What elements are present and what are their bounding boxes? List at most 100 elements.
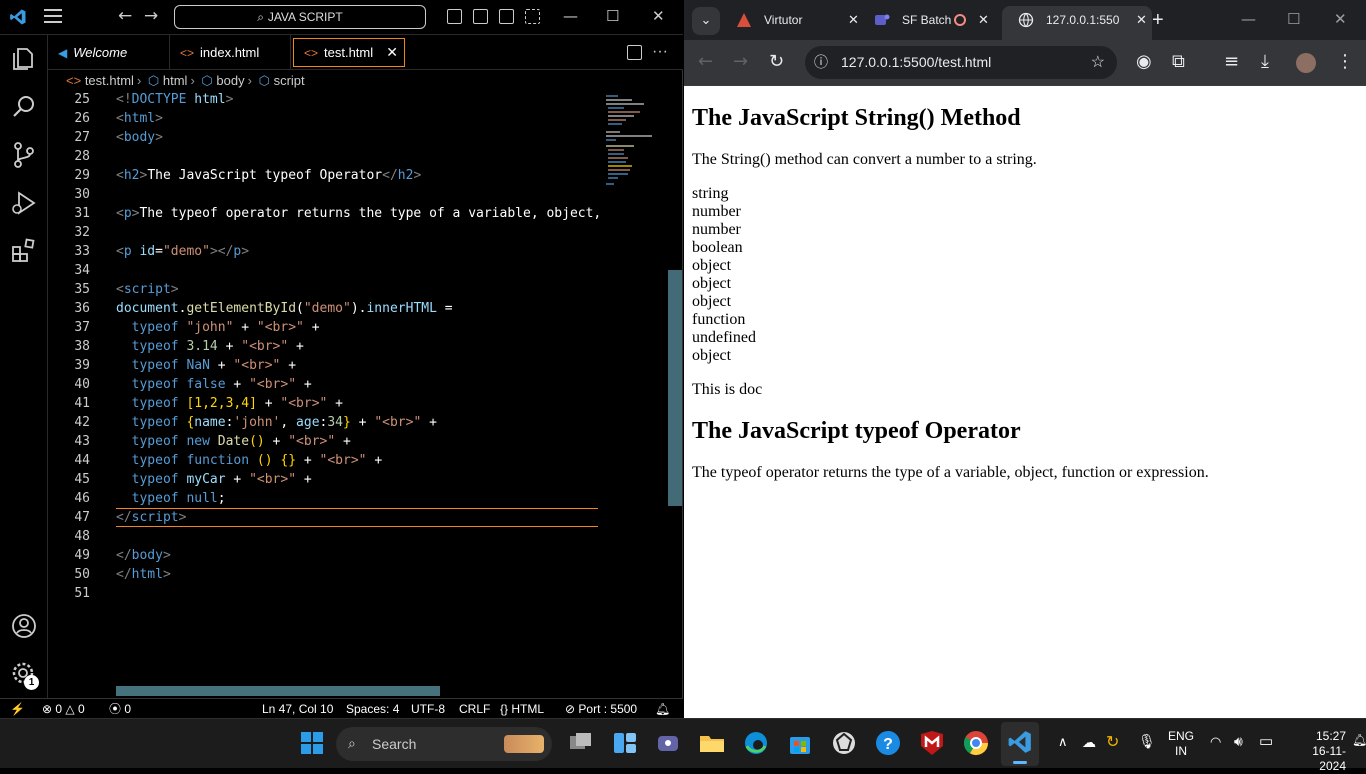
vertical-scrollbar[interactable]	[668, 270, 682, 506]
code-editor[interactable]: 25 <!DOCTYPE html> 26 <html> 27 <body> 28 2…	[48, 90, 668, 696]
show-hidden-icons-chevron[interactable]: ∧	[1058, 734, 1068, 750]
tab-search-chevron-icon[interactable]: ⌄	[692, 7, 720, 35]
profile-avatar[interactable]	[1296, 53, 1316, 73]
line-number: 32	[74, 225, 90, 240]
teams-icon[interactable]	[653, 728, 683, 758]
chevron-right-icon: ›	[190, 73, 195, 88]
horizontal-scrollbar[interactable]	[116, 686, 440, 696]
demo-output: string number number boolean object obje…	[692, 185, 1358, 365]
edge-icon[interactable]	[741, 728, 771, 758]
ports-indicator[interactable]: ⦿ 0	[109, 699, 131, 719]
chevron-right-icon: ›	[247, 73, 252, 88]
forward-arrow-icon[interactable]: →	[144, 6, 158, 26]
breadcrumb-item[interactable]: script	[274, 73, 305, 88]
back-icon[interactable]: ←	[698, 52, 713, 72]
file-explorer-icon[interactable]	[697, 728, 727, 758]
taskbar-search[interactable]: ⌕ Search	[336, 727, 552, 761]
mcafee-icon[interactable]	[917, 728, 947, 758]
cursor-position[interactable]: Ln 47, Col 10	[262, 699, 333, 719]
run-debug-icon[interactable]	[10, 189, 38, 217]
reload-icon[interactable]: ↻	[769, 52, 784, 72]
extensions-icon[interactable]	[10, 237, 38, 265]
cloud-icon[interactable]: ☁	[1082, 734, 1096, 751]
breadcrumb-item[interactable]: test.html	[85, 73, 134, 88]
widgets-icon[interactable]	[610, 728, 640, 758]
menu-icon[interactable]	[44, 9, 62, 25]
notifications-bell-icon[interactable]: 🔔︎	[655, 699, 670, 719]
task-view-icon[interactable]	[566, 728, 596, 758]
language-indicator[interactable]: ENG IN	[1168, 729, 1194, 759]
chrome-tab-virtutor[interactable]: Virtutor ✕	[720, 6, 859, 40]
language-mode[interactable]: {} HTML	[500, 699, 544, 719]
close-tab-icon[interactable]: ✕	[978, 6, 989, 34]
url-text: 127.0.0.1:5500/test.html	[841, 54, 992, 70]
bookmark-star-icon[interactable]: ☆	[1091, 46, 1105, 79]
toggle-sidebar-icon[interactable]	[447, 9, 462, 24]
chrome-tab-localhost[interactable]: 127.0.0.1:550 ✕	[1002, 6, 1152, 40]
new-tab-icon[interactable]: +	[1152, 9, 1164, 32]
notifications-bell-icon[interactable]: 🔔︎	[1352, 733, 1366, 747]
close-tab-icon[interactable]: ✕	[1136, 6, 1147, 34]
live-server-port[interactable]: ⊘ Port : 5500	[565, 699, 637, 719]
app-icon[interactable]	[829, 728, 859, 758]
split-editor-icon[interactable]	[627, 45, 642, 60]
store-icon[interactable]	[785, 728, 815, 758]
close-icon[interactable]: ✕	[1334, 10, 1347, 28]
extension-icon[interactable]: ◉	[1136, 52, 1152, 72]
extensions-puzzle-icon[interactable]: ⧉	[1172, 52, 1185, 72]
forward-icon[interactable]: →	[733, 52, 748, 72]
microphone-icon[interactable]: 🎙︎	[1138, 733, 1156, 750]
sync-icon[interactable]: ↻	[1106, 732, 1119, 752]
indentation[interactable]: Spaces: 4	[346, 699, 399, 719]
problems-indicator[interactable]: ⊗ 0 △ 0	[42, 699, 85, 719]
toggle-secondary-sidebar-icon[interactable]	[499, 9, 514, 24]
battery-icon[interactable]: ▭	[1259, 732, 1273, 750]
remote-icon[interactable]: ⚡	[10, 699, 25, 719]
line-number: 48	[74, 529, 90, 544]
vscode-logo-icon: ◀	[58, 46, 68, 60]
site-info-icon[interactable]: ⓘ	[814, 46, 828, 79]
web-page-content: The JavaScript String() Method The Strin…	[684, 86, 1366, 718]
breadcrumb-item[interactable]: body	[216, 73, 244, 88]
close-icon[interactable]: ✕	[652, 7, 665, 25]
breadcrumb-item[interactable]: html	[163, 73, 188, 88]
more-actions-icon[interactable]: ···	[652, 43, 668, 61]
chrome-icon[interactable]	[961, 728, 991, 758]
maximize-icon[interactable]: ☐	[1287, 10, 1300, 28]
end-of-line[interactable]: CRLF	[459, 699, 490, 719]
back-arrow-icon[interactable]: ←	[118, 6, 132, 26]
tab-welcome[interactable]: ◀ Welcome	[48, 35, 170, 70]
search-icon: ⌕	[257, 10, 268, 24]
page-heading-string: The JavaScript String() Method	[692, 105, 1021, 131]
start-windows-icon[interactable]	[297, 728, 327, 758]
source-control-icon[interactable]	[10, 141, 38, 169]
address-bar[interactable]: ⓘ 127.0.0.1:5500/test.html ☆	[805, 46, 1117, 79]
chrome-menu-icon[interactable]: ⋮	[1336, 52, 1354, 72]
explorer-icon[interactable]	[10, 45, 38, 73]
chrome-tab-sf-batch[interactable]: SF Batch ✕	[858, 6, 998, 40]
command-center-search[interactable]: ⌕ JAVA SCRIPT	[174, 5, 426, 29]
close-tab-icon[interactable]: ✕	[386, 39, 398, 66]
maximize-icon[interactable]: ☐	[606, 7, 619, 25]
tab-index-html[interactable]: <> index.html	[170, 35, 291, 70]
line-number: 39	[74, 358, 90, 373]
media-controls-icon[interactable]: ≡	[1224, 52, 1239, 72]
search-icon[interactable]	[10, 93, 38, 121]
clock[interactable]: 15:27 16-11-2024	[1288, 729, 1346, 774]
help-icon[interactable]: ?	[873, 728, 903, 758]
toggle-panel-icon[interactable]	[473, 9, 488, 24]
activity-bar: 1	[0, 35, 48, 698]
minimap[interactable]	[604, 92, 664, 192]
wifi-icon[interactable]: ◠	[1210, 734, 1221, 750]
download-icon[interactable]: ⤓	[1261, 52, 1269, 72]
code-line: typeof 3.14 + "<br>" +	[131, 339, 304, 354]
vscode-taskbar-active[interactable]	[1001, 722, 1039, 766]
encoding[interactable]: UTF-8	[411, 699, 445, 719]
minimize-icon[interactable]: —	[563, 7, 578, 25]
volume-icon[interactable]: 🔊︎	[1234, 733, 1243, 750]
customize-layout-icon[interactable]	[525, 9, 540, 24]
tab-test-html[interactable]: <> test.html ✕	[293, 38, 405, 67]
accounts-icon[interactable]	[10, 612, 38, 640]
minimize-icon[interactable]: —	[1241, 10, 1256, 28]
vscode-icon	[1008, 731, 1031, 753]
